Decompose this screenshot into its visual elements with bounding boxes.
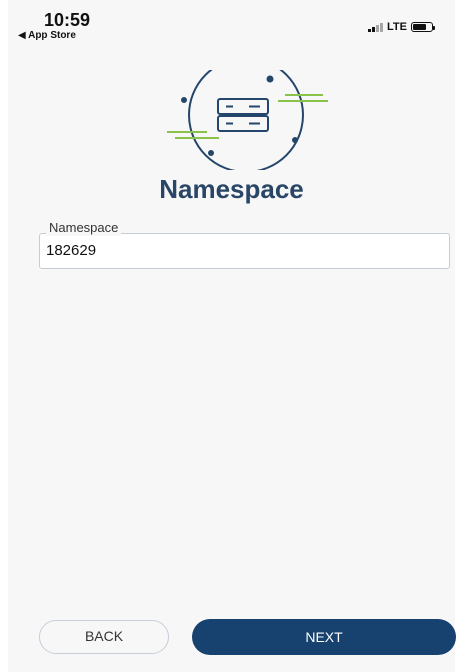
back-to-app-store-link[interactable]: ◀ App Store (18, 30, 76, 41)
namespace-input[interactable] (42, 242, 440, 259)
page-title: Namespace (159, 174, 304, 204)
status-indicators: LTE (368, 21, 435, 33)
network-type: LTE (387, 21, 407, 33)
server-stack-icon (167, 70, 328, 170)
cellular-signal-icon (368, 22, 384, 32)
namespace-field-label: Namespace (46, 220, 122, 236)
next-button[interactable]: NEXT (192, 619, 456, 655)
status-time: 10:59 (44, 10, 91, 30)
app-screen: 10:59 ◀ App Store LTE Namespace Namespac… (8, 0, 456, 672)
back-button[interactable]: BACK (39, 620, 169, 654)
battery-icon (411, 22, 435, 32)
